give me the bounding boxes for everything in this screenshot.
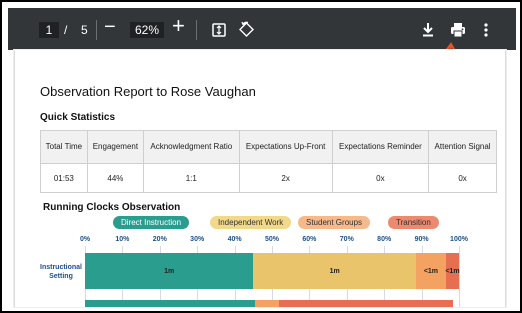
legend-item-direct-instruction: Direct Instruction [113,216,190,229]
table-header-row: Total Time Engagement Acknowledgment Rat… [40,130,497,164]
axis-tick-label: 90% [414,236,429,243]
bar-segment: 1m [85,253,254,289]
axis-tick-label: 80% [377,236,392,243]
pdf-page: Observation Report to Rose Vaughan Quick… [14,50,506,307]
gridline [459,246,460,307]
axis-tick-label: 20% [152,236,167,243]
table-header-cell: Expectations Reminder [331,130,430,164]
second-row-bar-direct-instruction [85,300,255,307]
running-clocks-heading: Running Clocks Observation [43,202,181,213]
page-separator: / [64,23,68,37]
axis-tick-label: 50% [264,236,280,243]
axis-tick-label: 70% [339,236,354,243]
axis-tick-label: 60% [302,236,317,243]
legend-item-independent-work: Independent Work [210,216,292,229]
axis-tick-label: 0% [79,236,91,243]
row-label-instructional-setting: Instructional Setting [40,264,83,280]
table-cell: 1:1 [143,163,240,193]
table-header-cell: Total Time [40,130,88,164]
table-header-cell: Expectations Up-Front [238,130,333,164]
table-header-cell: Attention Signal [428,130,497,164]
rotate-icon[interactable] [238,21,255,43]
axis-tick-label: 30% [190,236,205,243]
zoom-out-button[interactable]: − [104,17,116,37]
bar-segment: 1m [253,253,416,289]
table-row: 01:53 44% 1:1 2x 0x 0x [40,163,497,193]
bar-segment: <1m [415,253,446,289]
table-cell: 44% [86,163,145,193]
table-cell: 01:53 [40,163,88,193]
more-vert-icon[interactable] [483,22,489,43]
zoom-in-button[interactable]: + [172,15,185,37]
bar-segment: <1m [445,253,460,289]
table-cell: 0x [428,163,497,193]
page-total: 5 [81,23,88,37]
legend-item-transition: Transition [388,216,439,229]
toolbar-divider [96,20,97,40]
page-number-input[interactable]: 1 [39,22,59,38]
axis-tick-label: 40% [227,236,242,243]
zoom-input[interactable]: 62% [130,22,164,38]
axis-tick-label: 10% [115,236,130,243]
table-header-cell: Engagement [86,130,145,164]
second-row-bar-student-groups [255,300,279,307]
table-cell: 2x [238,163,333,193]
legend-item-student-groups: Student Groups [298,216,371,229]
table-cell: 0x [331,163,430,193]
toolbar-divider [196,20,197,40]
viewer-frame: 1 / 5 − 62% + Observation Report to Rose… [0,0,522,313]
report-title: Observation Report to Rose Vaughan [40,84,256,99]
quick-statistics-heading: Quick Statistics [40,112,116,123]
axis-tick-label: 100% [450,236,468,243]
quick-statistics-table: Total Time Engagement Acknowledgment Rat… [40,130,497,193]
fit-page-icon[interactable] [211,22,227,43]
second-row-bar-transition [279,300,453,307]
table-header-cell: Acknowledgment Ratio [143,130,240,164]
